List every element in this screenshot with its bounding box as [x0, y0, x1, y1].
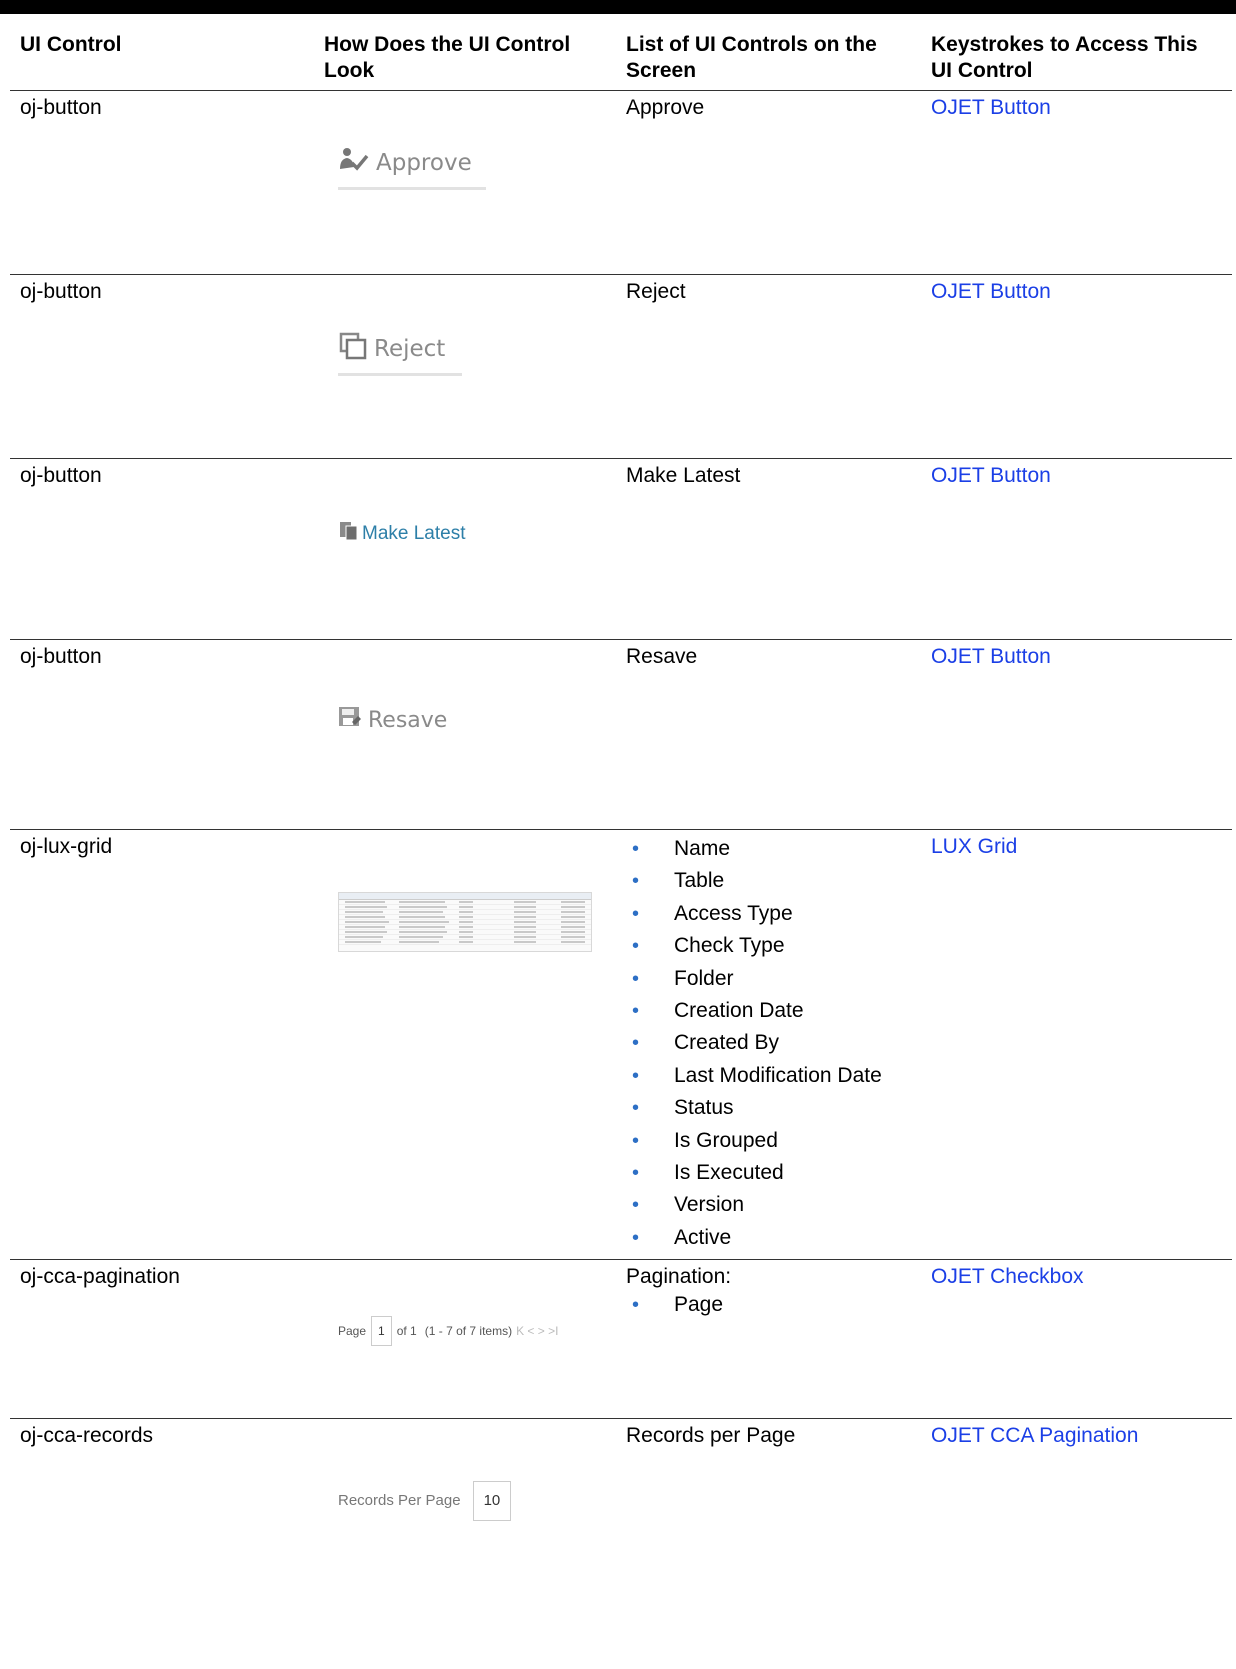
lux-grid-link[interactable]: LUX Grid	[931, 835, 1017, 858]
control-look: Approve	[314, 90, 616, 275]
ui-controls-table: UI Control How Does the UI Control Look …	[10, 26, 1232, 1579]
table-row: oj-cca-pagination Page 1 of 1 (1 - 7 of …	[10, 1259, 1232, 1419]
list-item: Creation Date	[626, 996, 913, 1028]
list-item: Is Grouped	[626, 1126, 913, 1158]
list-item: Status	[626, 1093, 913, 1125]
control-list: Records per Page	[616, 1418, 921, 1579]
ojet-button-link[interactable]: OJET Button	[931, 645, 1051, 668]
list-item: Page	[626, 1290, 913, 1322]
control-name: oj-button	[10, 639, 314, 830]
documents-icon	[338, 519, 360, 549]
table-row: oj-button Reject Reject OJET Button	[10, 274, 1232, 459]
keystrokes-cell: OJET Checkbox	[921, 1259, 1232, 1419]
list-item: Last Modification Date	[626, 1061, 913, 1093]
control-list: Make Latest	[616, 458, 921, 640]
header-look: How Does the UI Control Look	[324, 33, 571, 82]
grid-thumbnail-image	[338, 892, 592, 952]
list-item: Table	[626, 866, 913, 898]
keystrokes-cell: LUX Grid	[921, 828, 1232, 1260]
control-name: oj-cca-pagination	[10, 1259, 314, 1419]
save-icon	[338, 706, 362, 735]
ojet-button-link[interactable]: OJET Button	[931, 464, 1051, 487]
control-list: Pagination: Page	[616, 1259, 921, 1419]
ojet-button-link[interactable]: OJET Button	[931, 280, 1051, 303]
ojet-cca-pagination-link[interactable]: OJET CCA Pagination	[931, 1424, 1138, 1447]
control-look: Records Per Page 10	[314, 1418, 616, 1579]
records-per-page-image: Records Per Page 10	[338, 1481, 512, 1522]
table-row: oj-button Make Latest Make Latest OJET B…	[10, 458, 1232, 640]
ojet-checkbox-link[interactable]: OJET Checkbox	[931, 1265, 1084, 1288]
list-item: Is Executed	[626, 1158, 913, 1190]
ojet-button-link[interactable]: OJET Button	[931, 96, 1051, 119]
list-item: Check Type	[626, 931, 913, 963]
list-item: Access Type	[626, 899, 913, 931]
list-item: Folder	[626, 964, 913, 996]
control-look	[314, 828, 616, 1260]
table-row: oj-lux-grid • Name • Table • Access Type…	[10, 828, 1232, 1260]
table-row: oj-button Approve Approve OJET Button	[10, 90, 1232, 275]
list-item: Created By	[626, 1028, 913, 1060]
top-rule	[0, 0, 1236, 14]
keystrokes-cell: OJET Button	[921, 90, 1232, 275]
approve-button-image: Approve	[338, 147, 472, 179]
make-latest-button-image: Make Latest	[338, 519, 466, 549]
pagination-list: Page	[626, 1290, 913, 1322]
control-list: Reject	[616, 274, 921, 459]
control-name: oj-button	[10, 274, 314, 459]
control-name: oj-cca-records	[10, 1418, 314, 1579]
control-list: Resave	[616, 639, 921, 830]
keystrokes-cell: OJET Button	[921, 458, 1232, 640]
control-look: Make Latest	[314, 458, 616, 640]
list-item: Version	[626, 1190, 913, 1222]
control-name: oj-button	[10, 90, 314, 275]
header-list: List of UI Controls on the Screen	[626, 33, 877, 82]
control-look: Reject	[314, 274, 616, 459]
pagination-image: Page 1 of 1 (1 - 7 of 7 items) K < > >I	[338, 1316, 559, 1347]
header-row: UI Control How Does the UI Control Look …	[10, 26, 1232, 91]
control-look: Page 1 of 1 (1 - 7 of 7 items) K < > >I	[314, 1259, 616, 1419]
grid-columns-list: Name Table Access Type Check Type Folder…	[626, 834, 913, 1255]
list-item: Name	[626, 834, 913, 866]
control-look: Resave	[314, 639, 616, 830]
list-item: Active	[626, 1223, 913, 1255]
control-list: Name Table Access Type Check Type Folder…	[616, 828, 921, 1260]
keystrokes-cell: OJET Button	[921, 274, 1232, 459]
copy-icon	[338, 331, 368, 367]
keystrokes-cell: OJET Button	[921, 639, 1232, 830]
header-ui-control: UI Control	[20, 33, 122, 56]
user-check-icon	[338, 147, 370, 179]
control-name: oj-lux-grid	[10, 828, 314, 1260]
reject-button-image: Reject	[338, 331, 445, 367]
pager-nav-icons: K < > >I	[516, 1324, 559, 1339]
header-keystrokes: Keystrokes to Access This UI Control	[931, 33, 1198, 82]
control-list: Approve	[616, 90, 921, 275]
keystrokes-cell: OJET CCA Pagination	[921, 1418, 1232, 1579]
resave-button-image: Resave	[338, 706, 447, 735]
table-row: oj-button Resave Resave OJET Button	[10, 639, 1232, 830]
table-row: oj-cca-records Records Per Page 10 Recor…	[10, 1418, 1232, 1579]
control-name: oj-button	[10, 458, 314, 640]
